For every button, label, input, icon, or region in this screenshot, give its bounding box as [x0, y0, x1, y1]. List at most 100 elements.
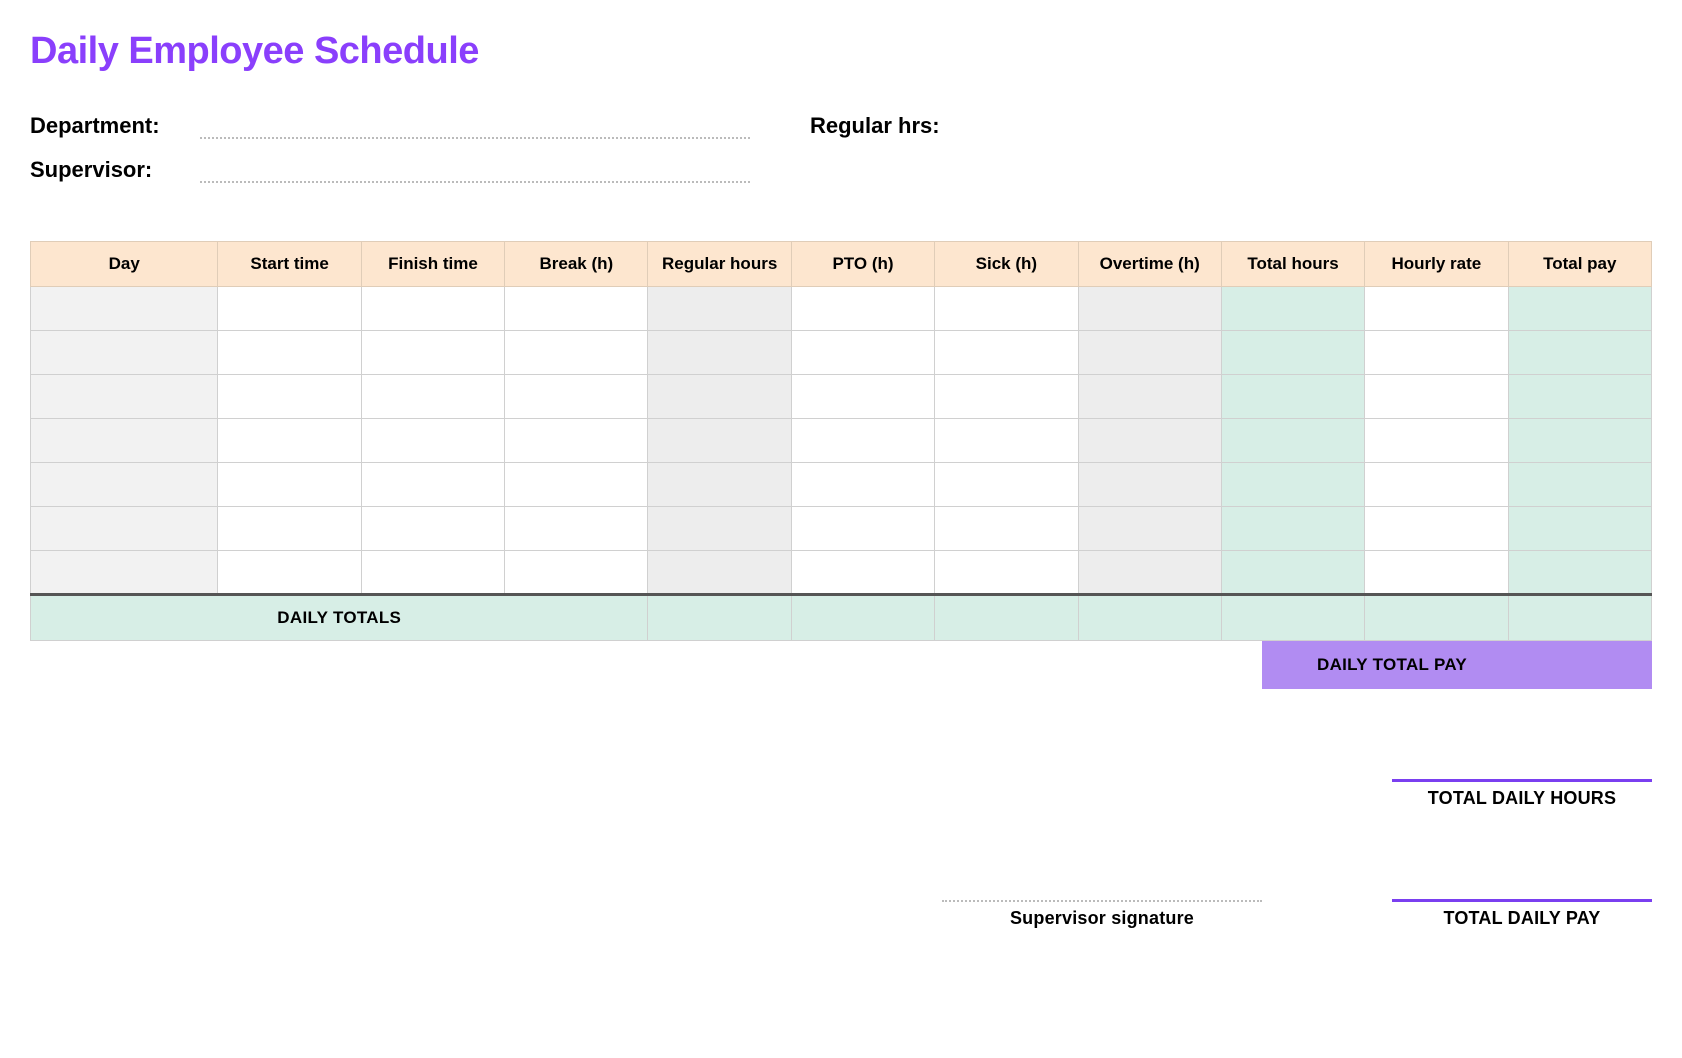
cell-pto[interactable]	[791, 463, 934, 507]
page: Daily Employee Schedule Department: Supe…	[0, 0, 1682, 969]
cell-pto[interactable]	[791, 551, 934, 595]
cell-total-pay[interactable]	[1508, 287, 1651, 331]
cell-start[interactable]	[218, 331, 361, 375]
cell-finish[interactable]	[361, 287, 504, 331]
cell-day[interactable]	[31, 287, 218, 331]
supervisor-input-line[interactable]	[200, 161, 750, 183]
cell-total-hours[interactable]	[1221, 287, 1364, 331]
cell-total-hours[interactable]	[1221, 507, 1364, 551]
cell-total-pay[interactable]	[1508, 507, 1651, 551]
cell-start[interactable]	[218, 463, 361, 507]
regular-hrs-label: Regular hrs:	[810, 113, 940, 139]
cell-total-hours[interactable]	[1221, 375, 1364, 419]
table-row	[31, 419, 1652, 463]
cell-regular[interactable]	[648, 419, 791, 463]
col-total-hours: Total hours	[1221, 242, 1364, 287]
cell-regular[interactable]	[648, 507, 791, 551]
cell-hourly-rate[interactable]	[1365, 419, 1508, 463]
cell-total-pay[interactable]	[1508, 551, 1651, 595]
cell-overtime[interactable]	[1078, 375, 1221, 419]
cell-start[interactable]	[218, 551, 361, 595]
cell-sick[interactable]	[935, 463, 1078, 507]
department-label: Department:	[30, 113, 200, 139]
cell-break[interactable]	[505, 463, 648, 507]
cell-overtime[interactable]	[1078, 287, 1221, 331]
cell-finish[interactable]	[361, 375, 504, 419]
col-sick: Sick (h)	[935, 242, 1078, 287]
cell-hourly-rate[interactable]	[1365, 463, 1508, 507]
cell-regular[interactable]	[648, 463, 791, 507]
col-pto: PTO (h)	[791, 242, 934, 287]
cell-break[interactable]	[505, 551, 648, 595]
cell-day[interactable]	[31, 507, 218, 551]
cell-day[interactable]	[31, 551, 218, 595]
cell-break[interactable]	[505, 375, 648, 419]
cell-total-hours[interactable]	[1221, 419, 1364, 463]
cell-start[interactable]	[218, 375, 361, 419]
cell-sick[interactable]	[935, 419, 1078, 463]
cell-total-hours[interactable]	[1221, 331, 1364, 375]
col-start: Start time	[218, 242, 361, 287]
table-row	[31, 287, 1652, 331]
cell-day[interactable]	[31, 463, 218, 507]
cell-finish[interactable]	[361, 419, 504, 463]
cell-regular[interactable]	[648, 331, 791, 375]
cell-hourly-rate[interactable]	[1365, 331, 1508, 375]
cell-day[interactable]	[31, 375, 218, 419]
cell-sick[interactable]	[935, 551, 1078, 595]
cell-overtime[interactable]	[1078, 507, 1221, 551]
cell-overtime[interactable]	[1078, 463, 1221, 507]
cell-sick[interactable]	[935, 375, 1078, 419]
page-title: Daily Employee Schedule	[30, 30, 1652, 73]
cell-total-hours[interactable]	[1221, 463, 1364, 507]
col-break: Break (h)	[505, 242, 648, 287]
signature-line[interactable]	[942, 900, 1262, 902]
signature-label: Supervisor signature	[942, 908, 1262, 929]
department-input-line[interactable]	[200, 117, 750, 139]
table-row	[31, 375, 1652, 419]
total-daily-pay-block: TOTAL DAILY PAY	[1392, 899, 1652, 929]
cell-total-pay[interactable]	[1508, 331, 1651, 375]
cell-sick[interactable]	[935, 287, 1078, 331]
daily-total-pay-value	[1522, 641, 1652, 689]
cell-break[interactable]	[505, 419, 648, 463]
cell-start[interactable]	[218, 419, 361, 463]
cell-hourly-rate[interactable]	[1365, 507, 1508, 551]
cell-sick[interactable]	[935, 331, 1078, 375]
cell-break[interactable]	[505, 507, 648, 551]
cell-start[interactable]	[218, 287, 361, 331]
cell-pto[interactable]	[791, 331, 934, 375]
cell-regular[interactable]	[648, 287, 791, 331]
footer-section: Supervisor signature TOTAL DAILY HOURS T…	[30, 779, 1652, 929]
cell-finish[interactable]	[361, 551, 504, 595]
cell-total-hours[interactable]	[1221, 551, 1364, 595]
cell-sick[interactable]	[935, 507, 1078, 551]
cell-day[interactable]	[31, 419, 218, 463]
cell-pto[interactable]	[791, 507, 934, 551]
cell-day[interactable]	[31, 331, 218, 375]
total-daily-pay-label: TOTAL DAILY PAY	[1392, 908, 1652, 929]
total-daily-hours-label: TOTAL DAILY HOURS	[1392, 788, 1652, 809]
cell-hourly-rate[interactable]	[1365, 551, 1508, 595]
cell-hourly-rate[interactable]	[1365, 375, 1508, 419]
cell-break[interactable]	[505, 287, 648, 331]
table-row	[31, 331, 1652, 375]
cell-total-pay[interactable]	[1508, 419, 1651, 463]
daily-total-pay-strip: DAILY TOTAL PAY	[30, 641, 1652, 689]
cell-pto[interactable]	[791, 419, 934, 463]
cell-total-pay[interactable]	[1508, 375, 1651, 419]
cell-finish[interactable]	[361, 331, 504, 375]
cell-regular[interactable]	[648, 375, 791, 419]
cell-overtime[interactable]	[1078, 551, 1221, 595]
cell-regular[interactable]	[648, 551, 791, 595]
cell-finish[interactable]	[361, 507, 504, 551]
cell-break[interactable]	[505, 331, 648, 375]
cell-total-pay[interactable]	[1508, 463, 1651, 507]
cell-overtime[interactable]	[1078, 419, 1221, 463]
cell-pto[interactable]	[791, 375, 934, 419]
cell-overtime[interactable]	[1078, 331, 1221, 375]
cell-hourly-rate[interactable]	[1365, 287, 1508, 331]
cell-pto[interactable]	[791, 287, 934, 331]
cell-finish[interactable]	[361, 463, 504, 507]
cell-start[interactable]	[218, 507, 361, 551]
